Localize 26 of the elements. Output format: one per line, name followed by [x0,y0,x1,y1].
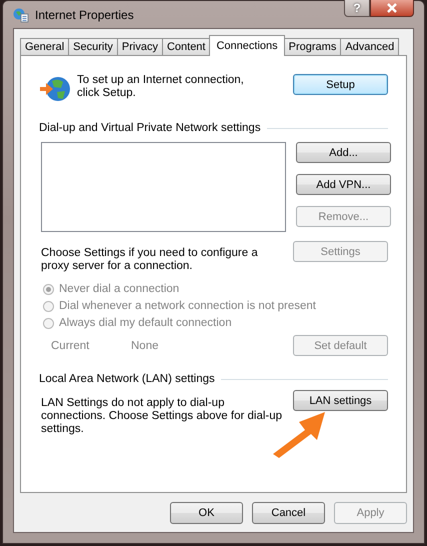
tab[interactable]: General [20,38,70,55]
lan-instructions: LAN Settings do not apply to dial-up connections. Choose Settings above for dial-up settings. [41,397,284,436]
tab[interactable]: Content [162,38,210,55]
tab[interactable]: Programs [284,38,342,55]
close-icon [386,2,398,12]
section-heading: Local Area Network (LAN) settings [39,373,215,385]
window-title: Internet Properties [35,8,135,22]
current-value: None [131,340,158,352]
globe-icon [39,74,71,104]
ok-button[interactable]: OK [170,502,243,524]
tab[interactable]: Privacy [116,38,163,55]
setup-button[interactable]: Setup [293,74,388,95]
add-button[interactable]: Add... [296,142,391,163]
current-label: Current [51,340,90,352]
setup-instructions: To set up an Internet connection, click Setup. [77,74,245,100]
tab[interactable]: Advanced [340,38,400,55]
tab[interactable]: Connections [209,35,285,56]
section-heading: Dial-up and Virtual Private Network settings [39,122,261,134]
proxy-instructions: Choose Settings if you need to configure a proxy server for a connection. [41,247,259,273]
connections-list[interactable] [41,142,286,232]
lan-settings-button[interactable]: LAN settings [293,390,388,411]
close-button[interactable] [370,0,414,16]
cancel-button[interactable]: Cancel [252,502,325,524]
tab[interactable]: Security [68,38,118,55]
add-vpn-button[interactable]: Add VPN... [296,174,391,195]
app-icon [13,6,29,22]
